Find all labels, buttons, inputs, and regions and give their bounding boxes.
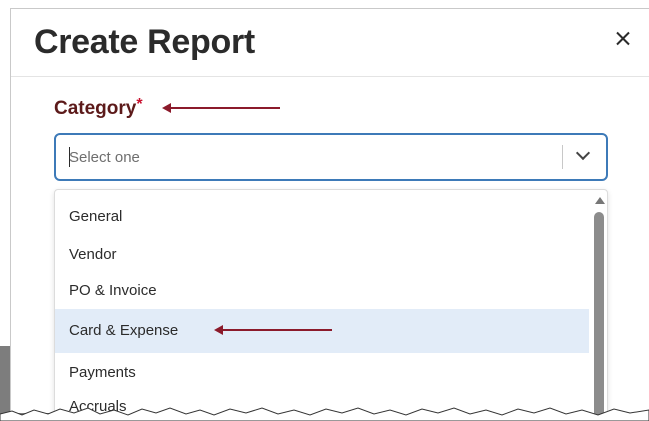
chevron-down-icon[interactable] xyxy=(575,145,591,161)
annotation-arrow-icon xyxy=(162,103,280,113)
option-po-invoice[interactable]: PO & Invoice xyxy=(55,269,589,313)
close-icon[interactable] xyxy=(611,27,635,51)
option-card-expense[interactable]: Card & Expense xyxy=(55,309,589,353)
dialog-title: Create Report xyxy=(34,23,255,61)
select-placeholder: Select one xyxy=(69,149,140,166)
create-report-dialog: Create Report Category* Select one Gener… xyxy=(10,8,649,421)
dialog-header: Create Report xyxy=(11,9,649,77)
torn-edge xyxy=(0,407,649,421)
dropdown-scrollbar[interactable] xyxy=(592,190,607,421)
select-separator xyxy=(562,145,563,169)
scrollbar-thumb[interactable] xyxy=(594,212,604,421)
category-dropdown-menu: General Vendor PO & Invoice Card & Expen… xyxy=(54,189,608,421)
text-cursor xyxy=(69,147,70,167)
required-asterisk: * xyxy=(136,96,143,113)
scroll-up-icon[interactable] xyxy=(595,197,605,204)
annotation-arrow-icon xyxy=(214,325,332,335)
category-select[interactable]: Select one xyxy=(54,133,608,181)
category-label: Category* xyxy=(54,96,143,120)
category-label-text: Category xyxy=(54,98,137,119)
